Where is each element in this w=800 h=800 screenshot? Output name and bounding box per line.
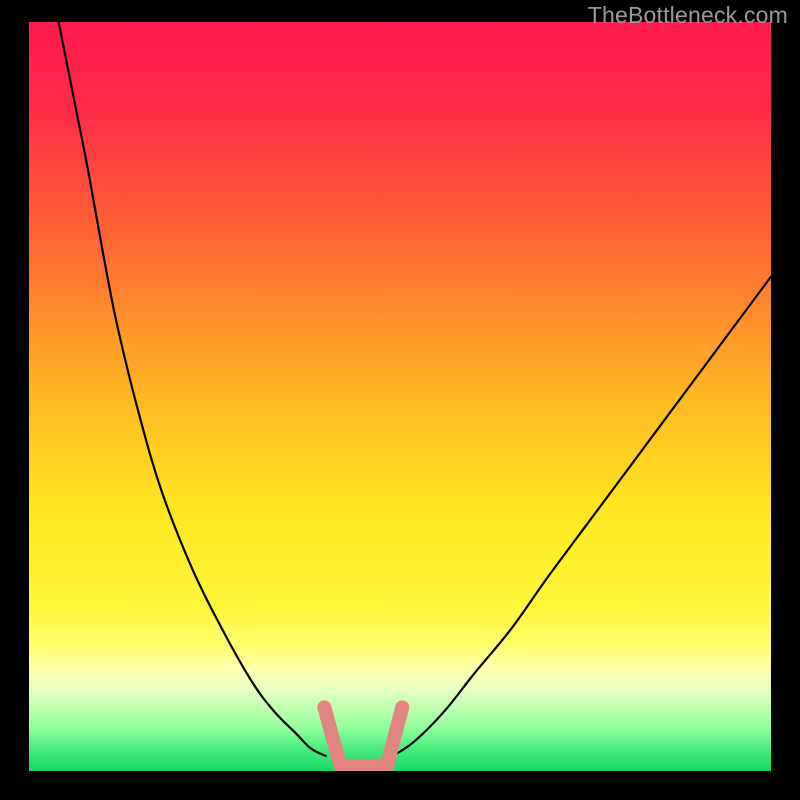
curve-left (59, 22, 326, 756)
marker-left-dash (324, 707, 339, 761)
marker-right-dash (388, 707, 402, 761)
watermark-text: TheBottleneck.com (588, 2, 788, 29)
chart-frame: TheBottleneck.com (0, 0, 800, 800)
plot-area (29, 22, 771, 771)
curve-right (393, 277, 771, 756)
bottleneck-curve (29, 22, 771, 771)
